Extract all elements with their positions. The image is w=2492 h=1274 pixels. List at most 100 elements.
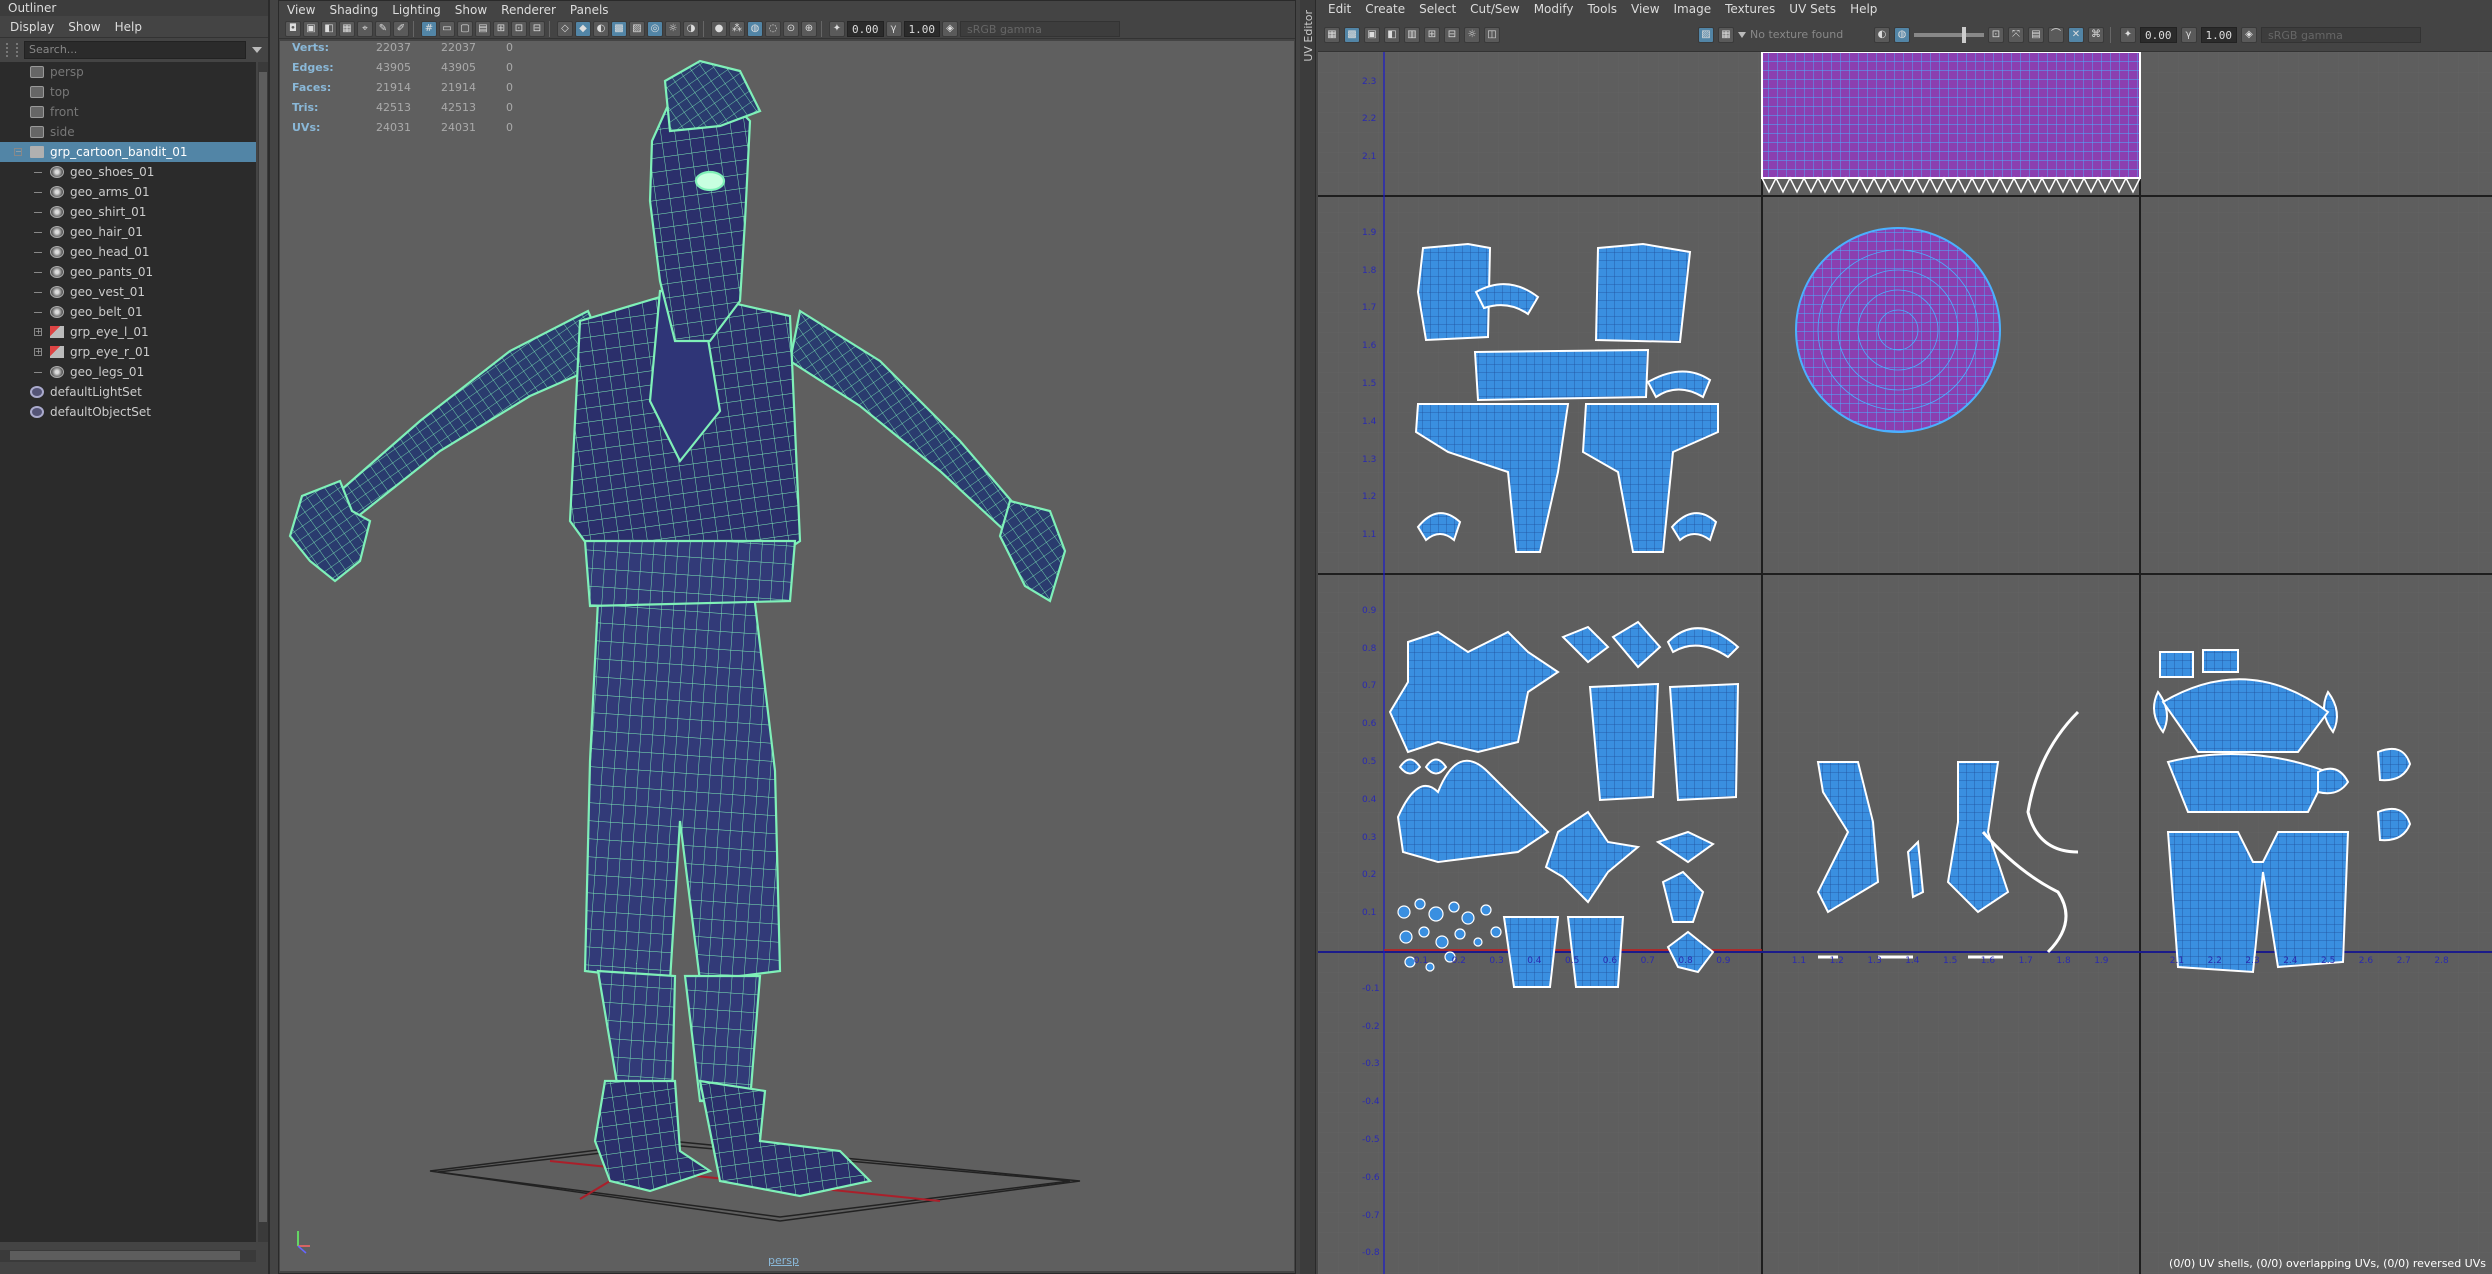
uv-lattice-icon[interactable]: ▤ <box>2028 26 2044 43</box>
outliner-item[interactable]: defaultObjectSet <box>0 402 256 422</box>
outliner-item[interactable]: side <box>0 122 256 142</box>
camera-attributes-icon[interactable]: ▣ <box>303 20 319 37</box>
uv-transform-icon[interactable]: ⤧ <box>2008 26 2024 43</box>
outliner-item[interactable]: front <box>0 102 256 122</box>
uv-menu-edit[interactable]: Edit <box>1328 2 1351 16</box>
uv-grid-icon[interactable]: ▦ <box>1324 26 1340 43</box>
color-management-icon[interactable]: ◈ <box>942 20 958 37</box>
field-chart-icon[interactable]: ⊞ <box>493 20 509 37</box>
outliner-item[interactable]: defaultLightSet <box>0 382 256 402</box>
expand-icon[interactable] <box>34 212 42 220</box>
uv-checker-icon[interactable]: ▩ <box>1344 26 1360 43</box>
expand-icon[interactable] <box>34 172 42 180</box>
uv-color-management-icon[interactable]: ◈ <box>2241 26 2257 43</box>
outliner-item[interactable]: geo_vest_01 <box>0 282 256 302</box>
outliner-item[interactable]: persp <box>0 62 256 82</box>
viewport-menu-renderer[interactable]: Renderer <box>501 3 556 17</box>
use-all-lights-icon[interactable]: ☼ <box>665 20 681 37</box>
expand-icon[interactable] <box>34 272 42 280</box>
uv-menu-modify[interactable]: Modify <box>1534 2 1574 16</box>
uv-gamma-field[interactable]: 1.00 <box>2200 26 2237 43</box>
color-space-dropdown[interactable]: sRGB gamma <box>960 20 1120 37</box>
outliner-item[interactable]: geo_shirt_01 <box>0 202 256 222</box>
motion-blur-icon[interactable]: ⁂ <box>729 20 745 37</box>
uv-sew-icon[interactable]: ⌘ <box>2088 26 2104 43</box>
gate-mask-icon[interactable]: ▤ <box>475 20 491 37</box>
outliner-item[interactable]: geo_pants_01 <box>0 262 256 282</box>
uv-snapshot-icon[interactable]: ◫ <box>1484 26 1500 43</box>
expand-icon[interactable]: + <box>34 328 42 336</box>
outliner-item[interactable]: geo_arms_01 <box>0 182 256 202</box>
wireframe-on-shaded-icon[interactable]: ▩ <box>611 20 627 37</box>
uv-gamma-icon[interactable]: γ <box>2180 26 2197 43</box>
uv-menu-select[interactable]: Select <box>1419 2 1456 16</box>
viewport-menu-view[interactable]: View <box>287 3 315 17</box>
outliner-vertical-scrollbar[interactable] <box>258 62 268 1242</box>
expand-icon[interactable] <box>34 292 42 300</box>
panel-grip-icon[interactable] <box>6 43 18 57</box>
safe-action-icon[interactable]: ⊡ <box>511 20 527 37</box>
outliner-item[interactable]: + grp_eye_l_01 <box>0 322 256 342</box>
collapse-icon[interactable]: − <box>14 148 22 156</box>
pin-icon[interactable]: ⌖ <box>357 20 373 37</box>
uv-image-icon[interactable]: ▣ <box>1364 26 1380 43</box>
outliner-item[interactable]: geo_belt_01 <box>0 302 256 322</box>
textured-icon[interactable]: ▨ <box>629 20 645 37</box>
screen-space-ao-icon[interactable]: ● <box>711 20 727 37</box>
gamma-field[interactable]: 1.00 <box>903 20 940 37</box>
uv-menu-textures[interactable]: Textures <box>1725 2 1775 16</box>
uv-menu-image[interactable]: Image <box>1674 2 1712 16</box>
outliner-item[interactable]: geo_head_01 <box>0 242 256 262</box>
safe-title-icon[interactable]: ⊟ <box>529 20 545 37</box>
2d-pan-zoom-icon[interactable]: ✎ <box>375 20 391 37</box>
gamma-icon[interactable]: γ <box>885 20 902 37</box>
uv-menu-uv-sets[interactable]: UV Sets <box>1789 2 1836 16</box>
antialiasing-icon[interactable]: ◍ <box>747 20 763 37</box>
uv-pixel-snap-icon[interactable]: ⊟ <box>1444 26 1460 43</box>
outliner-item[interactable]: + grp_eye_r_01 <box>0 342 256 362</box>
uv-menu-cut-sew[interactable]: Cut/Sew <box>1470 2 1520 16</box>
outliner-item[interactable]: geo_shoes_01 <box>0 162 256 182</box>
uv-range-icon[interactable]: ⊡ <box>1988 26 2004 43</box>
uv-exposure-icon[interactable]: ✦ <box>2120 26 2136 43</box>
image-plane-icon[interactable]: ▦ <box>339 20 355 37</box>
viewport-menu-lighting[interactable]: Lighting <box>392 3 441 17</box>
outliner-item[interactable]: geo_legs_01 <box>0 362 256 382</box>
uv-checker-toggle-icon[interactable]: ▦ <box>1718 26 1734 43</box>
expand-icon[interactable] <box>34 312 42 320</box>
viewport-menu-show[interactable]: Show <box>455 3 487 17</box>
depth-of-field-icon[interactable]: ◌ <box>765 20 781 37</box>
outliner-menu-display[interactable]: Display <box>10 20 54 34</box>
outliner-item[interactable]: geo_hair_01 <box>0 222 256 242</box>
expand-icon[interactable] <box>34 252 42 260</box>
uv-menu-tools[interactable]: Tools <box>1587 2 1617 16</box>
uv-menu-view[interactable]: View <box>1631 2 1659 16</box>
expand-icon[interactable] <box>34 232 42 240</box>
viewport-menu-shading[interactable]: Shading <box>329 3 378 17</box>
default-material-icon[interactable]: ◐ <box>593 20 609 37</box>
uv-border-icon[interactable]: ⊞ <box>1424 26 1440 43</box>
exposure-field[interactable]: 0.00 <box>847 20 884 37</box>
exposure-icon[interactable]: ✦ <box>829 20 845 37</box>
uv-menu-help[interactable]: Help <box>1850 2 1877 16</box>
uv-dim-image-icon[interactable]: ◐ <box>1874 26 1890 43</box>
texture-dropdown-chevron-icon[interactable] <box>1738 31 1746 38</box>
uv-editor-side-tab[interactable]: UV Editor <box>1300 0 1316 1274</box>
3d-viewport[interactable]: Verts: 22037 22037 0 Edges: 43905 43905 0 Faces:… <box>280 41 1294 1271</box>
uv-filter-icon[interactable]: ◍ <box>1894 26 1910 43</box>
expand-icon[interactable] <box>34 372 42 380</box>
uv-shaded-icon[interactable]: ◧ <box>1384 26 1400 43</box>
uv-color-space-dropdown[interactable]: sRGB gamma <box>2261 26 2421 43</box>
expand-icon[interactable]: + <box>34 348 42 356</box>
film-gate-icon[interactable]: ▭ <box>439 20 455 37</box>
outliner-horizontal-scrollbar[interactable] <box>0 1250 256 1262</box>
outliner-menu-show[interactable]: Show <box>68 20 100 34</box>
wireframe-icon[interactable]: ◇ <box>557 20 573 37</box>
grease-pencil-icon[interactable]: ✐ <box>393 20 409 37</box>
xray-icon[interactable]: ◎ <box>647 20 663 37</box>
viewport-menu-panels[interactable]: Panels <box>570 3 609 17</box>
shadows-icon[interactable]: ◑ <box>683 20 699 37</box>
uv-layout[interactable] <box>1318 52 2492 1274</box>
isolate-select-icon[interactable]: ⊙ <box>783 20 799 37</box>
uv-texture-toggle-icon[interactable]: ▨ <box>1698 26 1714 43</box>
